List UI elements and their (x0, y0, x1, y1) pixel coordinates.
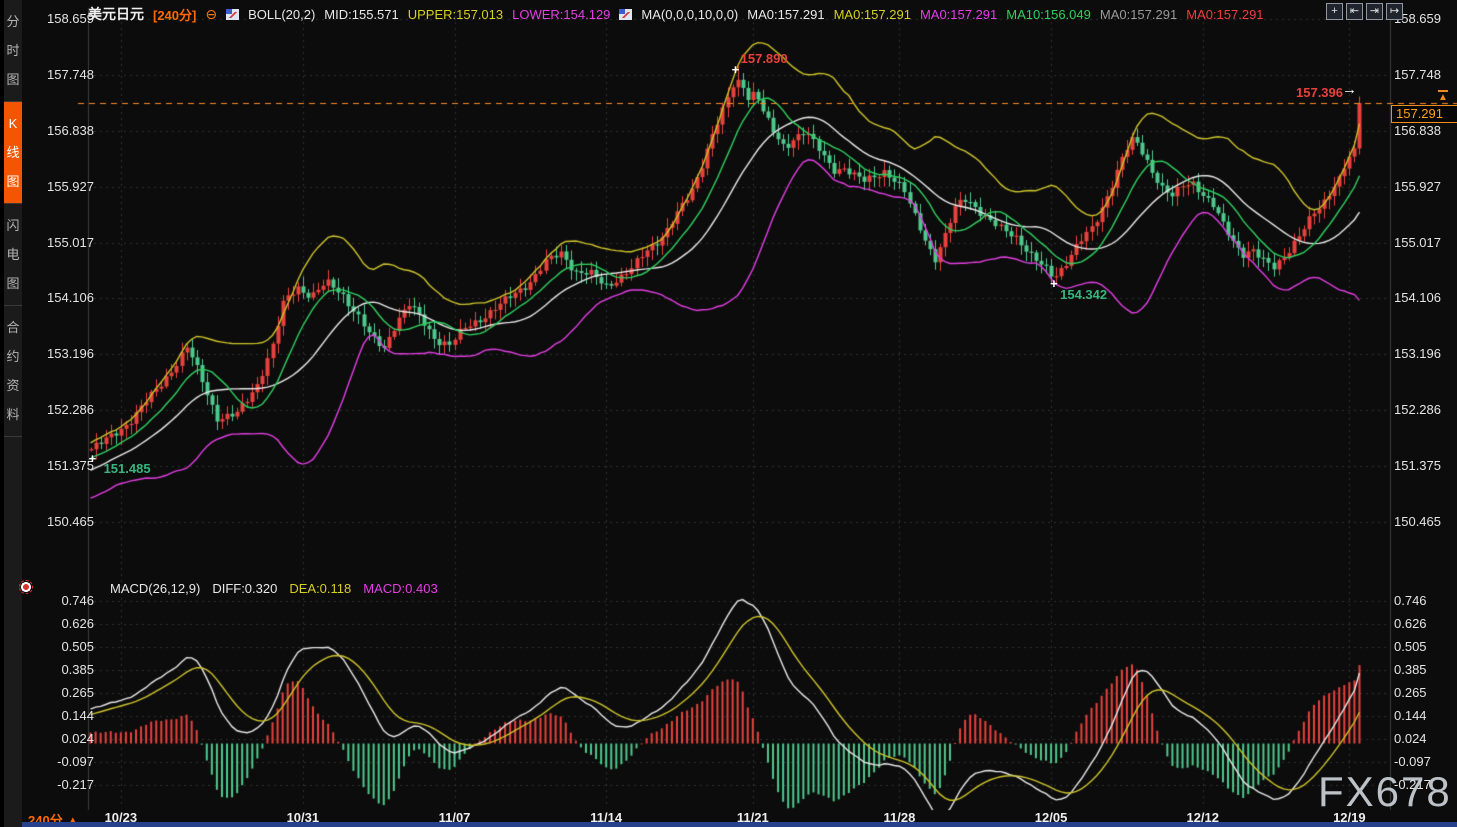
boll-lower-value: LOWER:154.129 (512, 7, 610, 22)
ma-label: MA(0,0,0,10,0,0) (641, 7, 738, 22)
macd-axis-label-right: 0.024 (1394, 731, 1456, 746)
ma-value-2: MA0:157.291 (920, 7, 997, 22)
price-axis-label-right: 156.838 (1394, 123, 1456, 138)
ma-value-4: MA0:157.291 (1100, 7, 1177, 22)
sidebar-item-contract-info[interactable]: 合约资料 (4, 306, 22, 437)
macd-axis-label-right: 0.144 (1394, 708, 1456, 723)
chart-canvas[interactable] (0, 0, 1457, 827)
bottom-blue-bar (22, 822, 1457, 827)
macd-axis-label-right: 0.505 (1394, 639, 1456, 654)
scale-left-icon[interactable]: ⇤ (1346, 3, 1363, 20)
chart-header: 美元日元 [240分] ⊖ BOLL(20,2) MID:155.571 UPP… (88, 5, 1264, 23)
macd-axis-label-left: 0.024 (28, 731, 94, 746)
period-high-cross-marker: + (732, 62, 740, 77)
price-axis-label-left: 157.748 (28, 67, 94, 82)
price-axis-label-left: 151.375 (28, 458, 94, 473)
macd-axis-label-left: 0.144 (28, 708, 94, 723)
macd-axis-label-left: -0.097 (28, 754, 94, 769)
price-axis-label-left: 150.465 (28, 514, 94, 529)
macd-axis-label-right: -0.097 (1394, 754, 1456, 769)
macd-axis-label-right: 0.265 (1394, 685, 1456, 700)
price-axis-label-right: 157.748 (1394, 67, 1456, 82)
current-price-tag: 157.291 (1391, 105, 1457, 123)
price-axis-label-right: 154.106 (1394, 290, 1456, 305)
price-axis-label-right: 151.375 (1394, 458, 1456, 473)
macd-dea-value: DEA:0.118 (289, 581, 351, 596)
macd-value: MACD:0.403 (363, 581, 437, 596)
interval-tag[interactable]: [240分] (153, 5, 196, 24)
price-axis-label-right: 150.465 (1394, 514, 1456, 529)
macd-axis-label-right: 0.626 (1394, 616, 1456, 631)
shift-right-icon[interactable]: ↦ (1386, 3, 1403, 20)
ma-value-1: MA0:157.291 (834, 7, 911, 22)
period-high-label: 157.890 (741, 51, 788, 66)
price-axis-label-left: 156.838 (28, 123, 94, 138)
price-axis-label-left: 158.659 (28, 11, 94, 26)
symbol-title: 美元日元 (88, 4, 144, 24)
start-low-label: 151.485 (104, 461, 151, 476)
chart-toolbar: + ⇤ ⇥ ↦ (1326, 3, 1403, 20)
pan-crosshair-icon[interactable]: + (1326, 3, 1343, 20)
sidebar-item-time-chart[interactable]: 分时图 (4, 0, 22, 102)
scale-right-icon[interactable]: ⇥ (1366, 3, 1383, 20)
macd-header: MACD(26,12,9) DIFF:0.320 DEA:0.118 MACD:… (110, 581, 438, 596)
boll-indicator-icon[interactable] (226, 9, 239, 20)
macd-axis-label-left: -0.217 (28, 777, 94, 792)
macd-axis-label-left: 0.385 (28, 662, 94, 677)
cursor-price-label: 157.396 (1296, 85, 1343, 100)
macd-label: MACD(26,12,9) (110, 581, 200, 596)
alert-dot-icon[interactable] (19, 580, 33, 594)
price-axis-label-left: 152.286 (28, 402, 94, 417)
sidebar-item-lightning-chart[interactable]: 闪电图 (4, 204, 22, 306)
sidebar: 分时图 K线图 闪电图 合约资料 (0, 0, 22, 827)
price-axis-label-right: 155.017 (1394, 235, 1456, 250)
mouse-cursor-icon: → (1342, 81, 1357, 98)
sidebar-item-kline-chart[interactable]: K线图 (4, 102, 22, 204)
price-axis-label-left: 155.927 (28, 179, 94, 194)
trading-chart-window: 158.659 158.659 157.748 157.748 156.838 156.8… (0, 0, 1457, 827)
macd-axis-label-left: 0.626 (28, 616, 94, 631)
macd-axis-label-left: 0.265 (28, 685, 94, 700)
macd-axis-label-left: 0.746 (28, 593, 94, 608)
macd-diff-value: DIFF:0.320 (212, 581, 277, 596)
fx678-watermark: FX678 (1318, 768, 1452, 816)
price-axis-label-left: 155.017 (28, 235, 94, 250)
price-axis-label-right: 152.286 (1394, 402, 1456, 417)
ma-value-5: MA0:157.291 (1186, 7, 1263, 22)
price-axis-label-left: 154.106 (28, 290, 94, 305)
boll-upper-value: UPPER:157.013 (408, 7, 503, 22)
price-axis-label-right: 155.927 (1394, 179, 1456, 194)
macd-axis-label-left: 0.505 (28, 639, 94, 654)
price-axis-label-right: 153.196 (1394, 346, 1456, 361)
swing-low-cross-marker: + (1050, 276, 1058, 291)
price-axis-label-right: 158.659 (1394, 11, 1456, 26)
start-low-cross-marker: + (89, 451, 97, 466)
collapse-icon[interactable]: ⊖ (205, 6, 217, 23)
scroll-to-latest-icon[interactable]: ▲ (1438, 90, 1448, 103)
macd-axis-label-right: 0.746 (1394, 593, 1456, 608)
boll-label: BOLL(20,2) (248, 7, 315, 22)
swing-low-label: 154.342 (1060, 287, 1107, 302)
ma-value-0: MA0:157.291 (747, 7, 824, 22)
ma-indicator-icon[interactable] (619, 9, 632, 20)
ma-value-3: MA10:156.049 (1006, 7, 1091, 22)
price-axis-label-left: 153.196 (28, 346, 94, 361)
boll-mid-value: MID:155.571 (324, 7, 398, 22)
macd-axis-label-right: 0.385 (1394, 662, 1456, 677)
